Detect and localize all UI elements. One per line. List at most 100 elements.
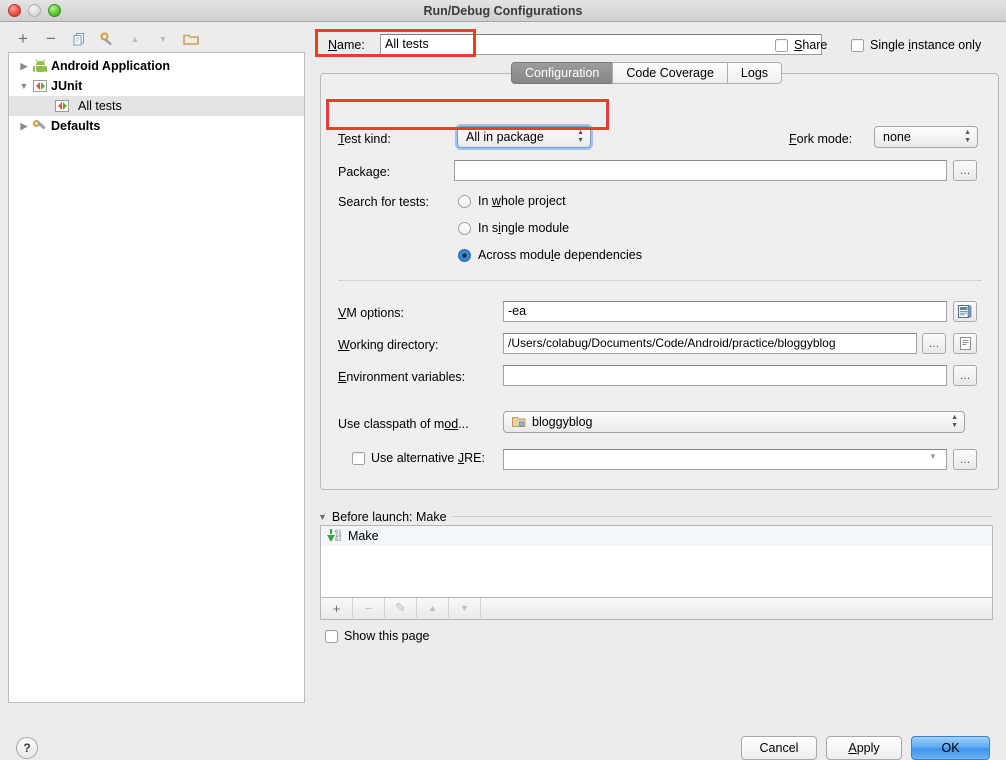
- before-launch-rule: [452, 516, 993, 517]
- tree-item-all-tests[interactable]: All tests: [9, 96, 304, 116]
- make-icon: 01 10 01: [327, 528, 342, 543]
- move-task-up-icon: ▲: [417, 598, 449, 618]
- package-input[interactable]: [454, 160, 947, 181]
- package-browse-button[interactable]: …: [953, 160, 977, 181]
- show-this-page-label: Show this page: [344, 629, 430, 643]
- before-launch-toolbar: + − ✎ ▲ ▼: [320, 598, 993, 620]
- tree-item-label: JUnit: [51, 79, 83, 93]
- add-icon[interactable]: +: [12, 28, 34, 50]
- junit-icon: [31, 80, 49, 92]
- classpath-module-select[interactable]: bloggyblog ▲ ▼: [503, 411, 965, 433]
- fork-mode-label: Fork mode:: [789, 132, 853, 146]
- collapse-triangle-icon[interactable]: ▼: [318, 512, 327, 522]
- tree-item-defaults[interactable]: ▶ Defaults: [9, 116, 304, 136]
- environment-variables-input[interactable]: [503, 365, 947, 386]
- remove-icon[interactable]: −: [40, 28, 62, 50]
- tree-item-junit[interactable]: ▼ JUnit: [9, 76, 304, 96]
- classpath-label: Use classpath of mod...: [338, 417, 469, 431]
- share-checkbox-box[interactable]: [775, 38, 788, 52]
- task-label: Make: [348, 529, 379, 543]
- help-button[interactable]: ?: [16, 737, 38, 759]
- test-kind-select[interactable]: All in package ▲ ▼: [457, 126, 591, 148]
- single-instance-checkbox[interactable]: Single instance only: [851, 38, 981, 52]
- vm-options-label: VM options:: [338, 306, 405, 320]
- tab-logs[interactable]: Logs: [726, 62, 783, 84]
- package-label: Package:: [338, 165, 391, 179]
- cancel-button[interactable]: Cancel: [741, 736, 817, 760]
- working-directory-macro-button[interactable]: [953, 333, 977, 354]
- fork-mode-select[interactable]: none ▲ ▼: [874, 126, 978, 148]
- configurations-toolbar: + − ▲ ▼: [8, 26, 305, 52]
- radio-label: In single module: [478, 221, 570, 235]
- tree-item-label: All tests: [78, 99, 122, 113]
- expand-triangle-icon[interactable]: ▶: [17, 121, 31, 132]
- folder-icon[interactable]: [180, 28, 202, 50]
- editor-tabs[interactable]: Configuration Code Coverage Logs: [511, 62, 783, 84]
- move-task-down-icon: ▼: [449, 598, 481, 618]
- before-launch-task-list[interactable]: 01 10 01 Make: [320, 525, 993, 598]
- android-icon: [31, 58, 49, 73]
- junit-icon: [53, 100, 71, 112]
- name-input[interactable]: All tests: [380, 34, 822, 55]
- single-instance-checkbox-box[interactable]: [851, 38, 864, 52]
- before-launch-label: Before launch: Make: [331, 510, 447, 524]
- stepper-icon[interactable]: ▲ ▼: [577, 129, 584, 144]
- alternative-jre-browse-button[interactable]: …: [953, 449, 977, 470]
- tree-item-label: Defaults: [51, 119, 101, 133]
- environment-variables-browse-button[interactable]: …: [953, 365, 977, 386]
- window-title-bar: Run/Debug Configurations: [0, 0, 1006, 22]
- use-alternative-jre-checkbox-box[interactable]: [352, 451, 365, 465]
- fork-mode-value: none: [883, 130, 911, 144]
- vm-options-input[interactable]: -ea: [503, 301, 947, 322]
- radio-in-single-module[interactable]: In single module: [458, 221, 569, 235]
- apply-label: Apply: [848, 741, 880, 755]
- copy-icon[interactable]: [68, 28, 90, 50]
- apply-button[interactable]: Apply: [826, 736, 902, 760]
- tree-item-android-application[interactable]: ▶ Android Application: [9, 56, 304, 76]
- share-checkbox[interactable]: Share: [775, 38, 827, 52]
- show-this-page-checkbox[interactable]: Show this page: [325, 629, 429, 643]
- stepper-icon[interactable]: ▲ ▼: [951, 414, 958, 429]
- search-for-tests-label: Search for tests:: [338, 195, 430, 209]
- stepper-icon[interactable]: ▲ ▼: [964, 129, 971, 144]
- defaults-icon: [31, 119, 49, 133]
- configurations-tree[interactable]: ▶ Android Application ▼ JUnit All tests: [8, 52, 305, 703]
- vm-options-expand-button[interactable]: [953, 301, 977, 322]
- configurations-pane: + − ▲ ▼ ▶ Android Application ▼ JUnit Al…: [8, 26, 305, 703]
- radio-in-whole-project[interactable]: In whole project: [458, 194, 566, 208]
- edit-defaults-icon[interactable]: [96, 28, 118, 50]
- show-this-page-checkbox-box[interactable]: [325, 629, 338, 643]
- divider: [338, 280, 982, 281]
- alternative-jre-input[interactable]: [503, 449, 947, 470]
- test-kind-value: All in package: [466, 130, 544, 144]
- radio-button[interactable]: [458, 221, 471, 235]
- name-row: Name: All tests Share Single instance on…: [320, 32, 1006, 60]
- tab-configuration[interactable]: Configuration: [511, 62, 614, 84]
- radio-button[interactable]: [458, 194, 471, 208]
- add-task-icon[interactable]: +: [321, 598, 353, 618]
- use-alternative-jre-checkbox[interactable]: Use alternative JRE:: [352, 451, 485, 465]
- radio-across-module-dependencies[interactable]: Across module dependencies: [458, 248, 642, 262]
- radio-label: In whole project: [478, 194, 566, 208]
- radio-button[interactable]: [458, 248, 471, 262]
- radio-label: Across module dependencies: [478, 248, 643, 262]
- dialog-body: + − ▲ ▼ ▶ Android Application ▼ JUnit Al…: [0, 22, 1006, 760]
- use-alternative-jre-label: Use alternative JRE:: [371, 451, 485, 465]
- name-label: Name:: [328, 38, 365, 52]
- expand-triangle-icon[interactable]: ▶: [17, 61, 31, 72]
- tree-item-label: Android Application: [51, 59, 170, 73]
- before-launch-title[interactable]: ▼ Before launch: Make: [318, 510, 447, 524]
- classpath-module-value: bloggyblog: [532, 415, 593, 429]
- move-up-icon[interactable]: ▲: [124, 28, 146, 50]
- chevron-down-icon[interactable]: ▼: [929, 452, 937, 461]
- working-directory-label: Working directory:: [338, 338, 439, 352]
- move-down-icon[interactable]: ▼: [152, 28, 174, 50]
- collapse-triangle-icon[interactable]: ▼: [17, 81, 31, 91]
- working-directory-input[interactable]: /Users/colabug/Documents/Code/Android/pr…: [503, 333, 917, 354]
- tab-code-coverage[interactable]: Code Coverage: [612, 62, 728, 84]
- ok-button[interactable]: OK: [911, 736, 990, 760]
- working-directory-browse-button[interactable]: …: [922, 333, 946, 354]
- remove-task-icon: −: [353, 598, 385, 618]
- before-launch-task-make[interactable]: 01 10 01 Make: [321, 526, 992, 546]
- edit-task-icon: ✎: [385, 598, 417, 618]
